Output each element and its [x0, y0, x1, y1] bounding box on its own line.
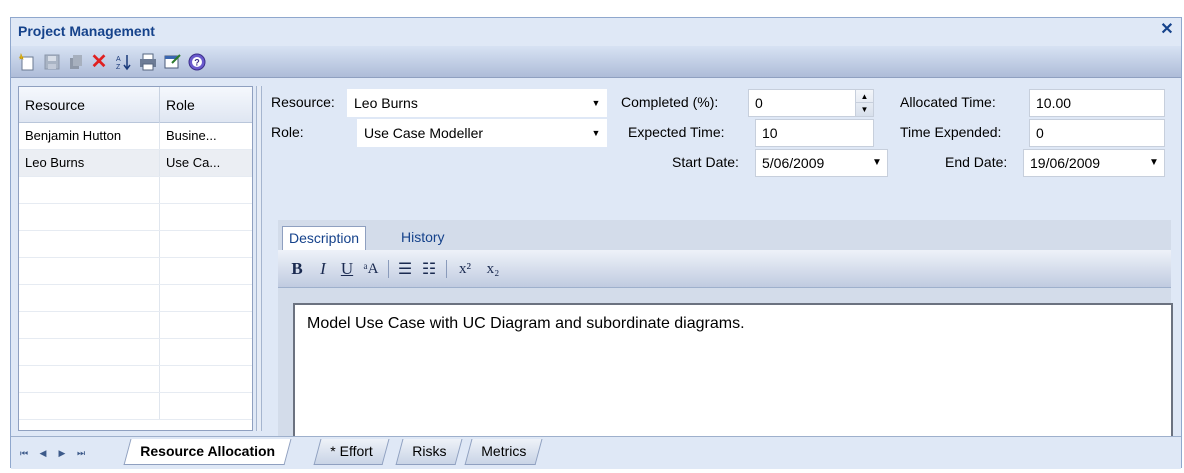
- tab-resource-allocation[interactable]: Resource Allocation: [123, 439, 292, 465]
- empty-row: [19, 366, 252, 393]
- role-label: Role:: [271, 124, 304, 140]
- font-color-button[interactable]: ᵃA: [362, 258, 380, 280]
- resource-label: Resource:: [271, 94, 335, 110]
- italic-button[interactable]: I: [314, 258, 332, 280]
- numbered-list-button[interactable]: ☷: [420, 258, 438, 280]
- panel-splitter[interactable]: [256, 86, 262, 431]
- start-date-label: Start Date:: [672, 154, 739, 170]
- subscript-button[interactable]: x₂: [484, 258, 502, 280]
- empty-row: [19, 285, 252, 312]
- chevron-down-icon[interactable]: ▼: [1146, 150, 1162, 176]
- allocation-form: Resource: Leo Burns ▼ Completed (%): 0 ▲…: [264, 86, 1177, 448]
- help-icon[interactable]: ?: [187, 52, 207, 72]
- allocated-time-label: Allocated Time:: [900, 94, 996, 110]
- empty-row: [19, 393, 252, 420]
- description-editor[interactable]: Model Use Case with UC Diagram and subor…: [293, 303, 1173, 443]
- expected-time-label: Expected Time:: [628, 124, 725, 140]
- copy-icon[interactable]: [66, 52, 86, 72]
- role-cell: Busine...: [166, 128, 217, 143]
- tab-effort[interactable]: * Effort: [313, 439, 390, 465]
- grid-header: Resource Role: [19, 87, 252, 123]
- first-tab-icon[interactable]: ⏮: [17, 446, 31, 460]
- close-icon[interactable]: ✕: [1159, 21, 1175, 39]
- tab-history[interactable]: History: [395, 226, 451, 250]
- format-toolbar: B I U ᵃA ☰ ☷ x² x₂: [278, 250, 1171, 288]
- resource-cell: Benjamin Hutton: [19, 123, 160, 149]
- resource-grid: Resource Role Benjamin Hutton Busine... …: [18, 86, 253, 431]
- chevron-down-icon[interactable]: ▼: [588, 90, 604, 116]
- bold-button[interactable]: B: [288, 258, 306, 280]
- separator: [446, 260, 447, 278]
- properties-icon[interactable]: [163, 52, 183, 72]
- empty-row: [19, 339, 252, 366]
- new-icon[interactable]: [17, 52, 37, 72]
- completed-value: 0: [755, 95, 763, 111]
- spin-up-icon[interactable]: ▲: [856, 90, 873, 103]
- spinner[interactable]: ▲ ▼: [855, 90, 873, 116]
- separator: [388, 260, 389, 278]
- window-title: Project Management: [18, 23, 155, 39]
- start-date-picker[interactable]: 5/06/2009 ▼: [755, 149, 888, 177]
- svg-text:Z: Z: [116, 64, 121, 71]
- svg-text:?: ?: [194, 58, 200, 68]
- end-date-value: 19/06/2009: [1030, 155, 1101, 171]
- table-row[interactable]: Leo Burns Use Ca...: [19, 150, 252, 177]
- tab-label: Resource Allocation: [140, 443, 276, 459]
- bottom-tab-bar: ⏮ ◀ ▶ ⏭ Resource Allocation * Effort Ris…: [11, 436, 1181, 469]
- save-icon[interactable]: [42, 52, 62, 72]
- column-header-role[interactable]: Role: [160, 87, 253, 123]
- role-cell: Use Ca...: [166, 155, 221, 170]
- empty-row: [19, 258, 252, 285]
- tab-metrics[interactable]: Metrics: [464, 439, 543, 465]
- table-row[interactable]: Benjamin Hutton Busine...: [19, 123, 252, 150]
- project-management-window: Project Management ✕ ✕ AZ ? Resource Rol…: [10, 17, 1182, 469]
- completed-stepper[interactable]: 0 ▲ ▼: [748, 89, 874, 117]
- description-area: Model Use Case with UC Diagram and subor…: [278, 288, 1173, 448]
- resource-cell: Leo Burns: [19, 150, 160, 176]
- column-header-resource[interactable]: Resource: [19, 87, 160, 123]
- time-expended-label: Time Expended:: [900, 124, 1002, 140]
- completed-label: Completed (%):: [621, 94, 719, 110]
- end-date-label: End Date:: [945, 154, 1008, 170]
- prev-tab-icon[interactable]: ◀: [36, 446, 50, 460]
- expected-time-field[interactable]: 10: [755, 119, 874, 147]
- empty-row: [19, 204, 252, 231]
- last-tab-icon[interactable]: ⏭: [74, 446, 88, 460]
- resource-dropdown[interactable]: Leo Burns ▼: [347, 89, 607, 117]
- tab-label: Risks: [412, 443, 447, 459]
- tab-label: Metrics: [481, 443, 527, 459]
- title-bar: Project Management ✕: [11, 18, 1181, 46]
- start-date-value: 5/06/2009: [762, 155, 825, 171]
- empty-row: [19, 312, 252, 339]
- role-value: Use Case Modeller: [364, 125, 484, 141]
- role-dropdown[interactable]: Use Case Modeller ▼: [357, 119, 607, 147]
- empty-row: [19, 177, 252, 204]
- print-icon[interactable]: [138, 52, 158, 72]
- sort-icon[interactable]: AZ: [114, 52, 134, 72]
- bullet-list-button[interactable]: ☰: [396, 258, 414, 280]
- tab-description[interactable]: Description: [282, 226, 367, 250]
- delete-icon[interactable]: ✕: [89, 52, 109, 72]
- empty-row: [19, 231, 252, 258]
- resource-value: Leo Burns: [354, 95, 418, 111]
- end-date-picker[interactable]: 19/06/2009 ▼: [1023, 149, 1165, 177]
- tab-label: * Effort: [330, 443, 373, 459]
- toolbar: ✕ AZ ?: [11, 46, 1181, 78]
- spin-down-icon[interactable]: ▼: [856, 103, 873, 116]
- chevron-down-icon[interactable]: ▼: [869, 150, 885, 176]
- chevron-down-icon[interactable]: ▼: [588, 120, 604, 146]
- allocated-time-field[interactable]: 10.00: [1029, 89, 1165, 117]
- svg-text:A: A: [116, 56, 121, 63]
- tab-risks[interactable]: Risks: [395, 439, 463, 465]
- superscript-button[interactable]: x²: [456, 258, 474, 280]
- description-tabs: Description History: [278, 220, 1171, 250]
- time-expended-field[interactable]: 0: [1029, 119, 1165, 147]
- underline-button[interactable]: U: [338, 258, 356, 280]
- next-tab-icon[interactable]: ▶: [55, 446, 69, 460]
